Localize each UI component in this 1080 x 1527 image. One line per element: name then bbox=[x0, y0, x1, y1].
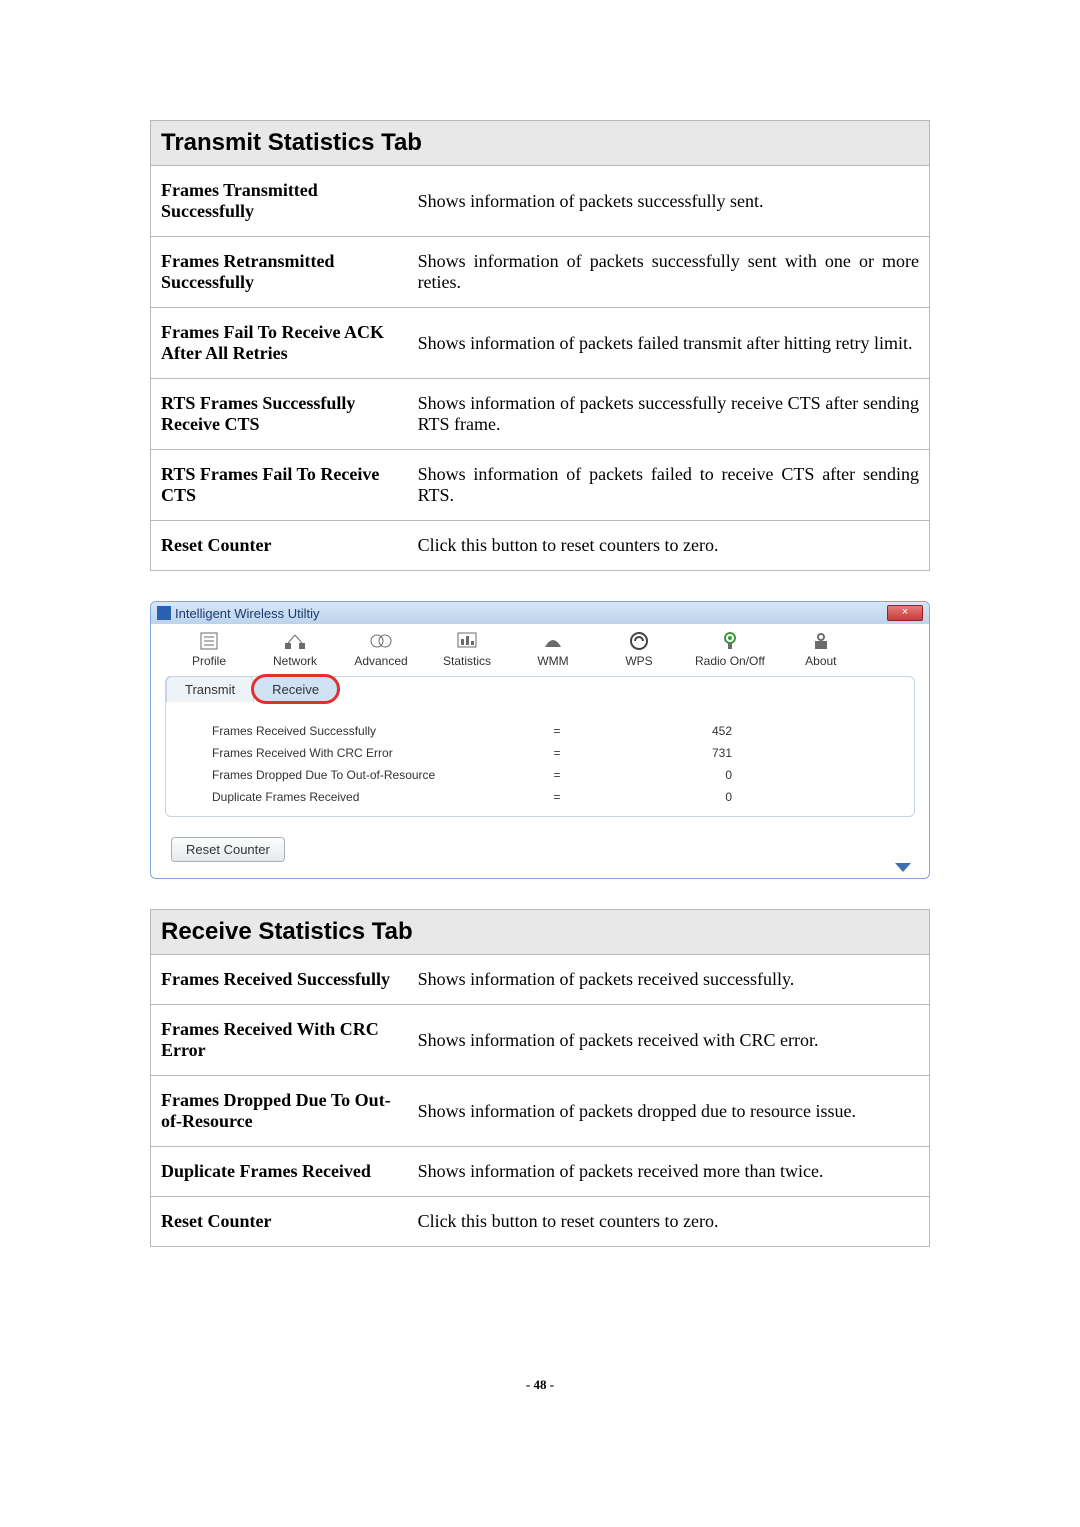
receive-row-3-label: Duplicate Frames Received bbox=[151, 1147, 408, 1197]
receive-row-3-desc: Shows information of packets received mo… bbox=[408, 1147, 930, 1197]
wmm-icon bbox=[540, 630, 566, 652]
transmit-row-4-label: RTS Frames Fail To Receive CTS bbox=[151, 450, 408, 521]
receive-row-0-label: Frames Received Successfully bbox=[151, 955, 408, 1005]
transmit-row-0-label: Frames Transmitted Successfully bbox=[151, 166, 408, 237]
stats-list: Frames Received Successfully = 452 Frame… bbox=[166, 702, 914, 816]
receive-row-2-desc: Shows information of packets dropped due… bbox=[408, 1076, 930, 1147]
stats-row: Duplicate Frames Received = 0 bbox=[212, 786, 884, 808]
app-icon bbox=[157, 606, 171, 620]
about-icon bbox=[808, 630, 834, 652]
tab-receive[interactable]: Receive bbox=[253, 676, 338, 702]
receive-row-2-label: Frames Dropped Due To Out-of-Resource bbox=[151, 1076, 408, 1147]
tab-transmit[interactable]: Transmit bbox=[166, 676, 254, 702]
toolbar-network[interactable]: Network bbox=[265, 630, 325, 668]
stats-row-2-value: 0 bbox=[612, 768, 732, 782]
profile-icon bbox=[196, 630, 222, 652]
stats-row-1-label: Frames Received With CRC Error bbox=[212, 746, 502, 760]
transmit-row-4-desc: Shows information of packets failed to r… bbox=[408, 450, 930, 521]
stats-row-1-eq: = bbox=[502, 746, 612, 760]
receive-row-1-label: Frames Received With CRC Error bbox=[151, 1005, 408, 1076]
toolbar-profile-label: Profile bbox=[192, 654, 226, 668]
transmit-row-5-label: Reset Counter bbox=[151, 521, 408, 571]
stats-row-0-value: 452 bbox=[612, 724, 732, 738]
stats-row: Frames Received Successfully = 452 bbox=[212, 720, 884, 742]
close-button[interactable]: × bbox=[887, 605, 923, 621]
transmit-row-3-label: RTS Frames Successfully Receive CTS bbox=[151, 379, 408, 450]
stats-row-3-value: 0 bbox=[612, 790, 732, 804]
receive-row-0-desc: Shows information of packets received su… bbox=[408, 955, 930, 1005]
receive-row-1-desc: Shows information of packets received wi… bbox=[408, 1005, 930, 1076]
receive-row-4-desc: Click this button to reset counters to z… bbox=[408, 1197, 930, 1247]
dialog-titlebar: Intelligent Wireless Utiltiy × bbox=[151, 602, 929, 624]
page-number: - 48 - bbox=[150, 1377, 930, 1393]
transmit-row-0-desc: Shows information of packets successfull… bbox=[408, 166, 930, 237]
receive-statistics-table: Receive Statistics Tab Frames Received S… bbox=[150, 909, 930, 1247]
transmit-row-1-label: Frames Retransmitted Successfully bbox=[151, 237, 408, 308]
transmit-table-title: Transmit Statistics Tab bbox=[151, 121, 930, 166]
transmit-row-1-desc: Shows information of packets successfull… bbox=[408, 237, 930, 308]
stats-row: Frames Received With CRC Error = 731 bbox=[212, 742, 884, 764]
toolbar-radio[interactable]: Radio On/Off bbox=[695, 630, 765, 668]
transmit-row-2-label: Frames Fail To Receive ACK After All Ret… bbox=[151, 308, 408, 379]
stats-row-1-value: 731 bbox=[612, 746, 732, 760]
stats-row-0-eq: = bbox=[502, 724, 612, 738]
stats-row-3-eq: = bbox=[502, 790, 612, 804]
stats-row-2-label: Frames Dropped Due To Out-of-Resource bbox=[212, 768, 502, 782]
toolbar-about-label: About bbox=[805, 654, 836, 668]
toolbar-profile[interactable]: Profile bbox=[179, 630, 239, 668]
dialog-toolbar: Profile Network Advanced Statistics WMM … bbox=[151, 624, 929, 676]
toolbar-statistics-label: Statistics bbox=[443, 654, 491, 668]
radio-icon bbox=[717, 630, 743, 652]
stats-row-3-label: Duplicate Frames Received bbox=[212, 790, 502, 804]
reset-counter-button[interactable]: Reset Counter bbox=[171, 837, 285, 862]
stats-row-0-label: Frames Received Successfully bbox=[212, 724, 502, 738]
stats-row-2-eq: = bbox=[502, 768, 612, 782]
wireless-utility-dialog: Intelligent Wireless Utiltiy × Profile N… bbox=[150, 601, 930, 879]
toolbar-wmm-label: WMM bbox=[537, 654, 568, 668]
transmit-row-5-desc: Click this button to reset counters to z… bbox=[408, 521, 930, 571]
toolbar-about[interactable]: About bbox=[791, 630, 851, 668]
toolbar-wps-label: WPS bbox=[625, 654, 652, 668]
transmit-row-2-desc: Shows information of packets failed tran… bbox=[408, 308, 930, 379]
receive-row-4-label: Reset Counter bbox=[151, 1197, 408, 1247]
network-icon bbox=[282, 630, 308, 652]
advanced-icon bbox=[368, 630, 394, 652]
transmit-row-3-desc: Shows information of packets successfull… bbox=[408, 379, 930, 450]
toolbar-wps[interactable]: WPS bbox=[609, 630, 669, 668]
stats-panel: Transmit Receive Frames Received Success… bbox=[165, 676, 915, 817]
collapse-icon[interactable] bbox=[895, 863, 911, 872]
toolbar-wmm[interactable]: WMM bbox=[523, 630, 583, 668]
transmit-statistics-table: Transmit Statistics Tab Frames Transmitt… bbox=[150, 120, 930, 571]
toolbar-radio-label: Radio On/Off bbox=[695, 654, 765, 668]
receive-table-title: Receive Statistics Tab bbox=[151, 910, 930, 955]
statistics-icon bbox=[454, 630, 480, 652]
toolbar-advanced-label: Advanced bbox=[354, 654, 407, 668]
toolbar-network-label: Network bbox=[273, 654, 317, 668]
stats-row: Frames Dropped Due To Out-of-Resource = … bbox=[212, 764, 884, 786]
wps-icon bbox=[626, 630, 652, 652]
toolbar-statistics[interactable]: Statistics bbox=[437, 630, 497, 668]
dialog-title: Intelligent Wireless Utiltiy bbox=[175, 606, 320, 621]
toolbar-advanced[interactable]: Advanced bbox=[351, 630, 411, 668]
